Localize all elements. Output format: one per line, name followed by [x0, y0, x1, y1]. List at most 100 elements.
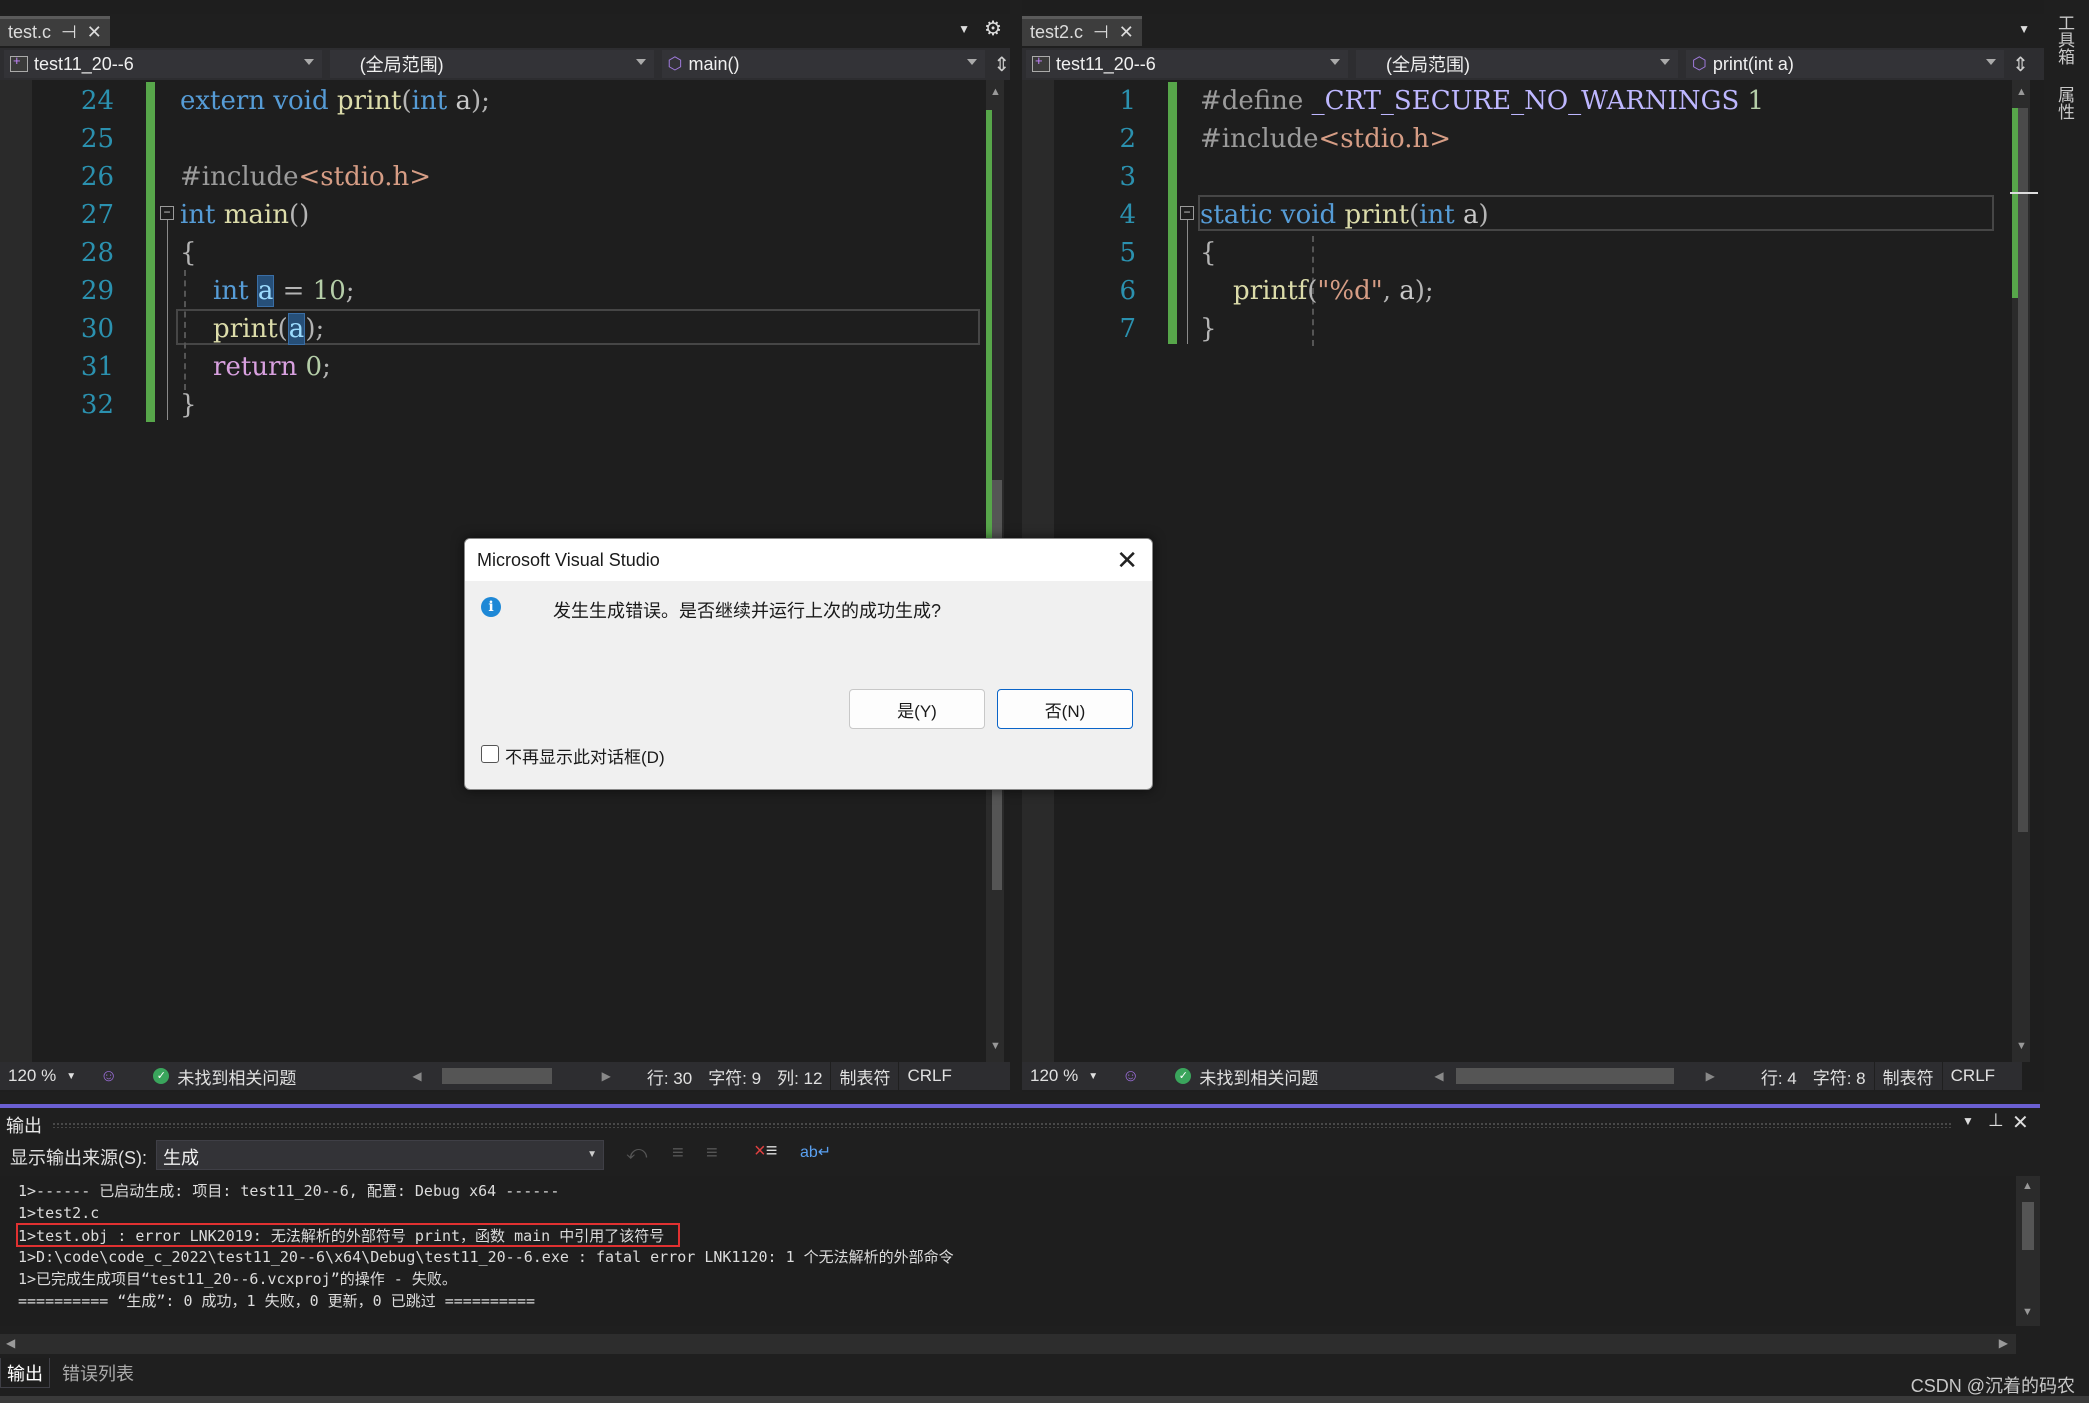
member-dropdown[interactable]: ⬡print(int a)	[1686, 50, 2004, 78]
next-message-icon[interactable]: ≡	[706, 1142, 718, 1165]
side-tab-properties[interactable]: 属性	[2052, 86, 2077, 120]
scroll-up-icon[interactable]: ▲	[2022, 1180, 2033, 1192]
word-wrap-icon[interactable]: ab↵	[800, 1142, 831, 1162]
scroll-right-icon[interactable]: ▶	[1706, 1069, 1715, 1083]
right-vertical-scrollbar[interactable]: ▲ ▼	[2012, 80, 2030, 1062]
scroll-left-icon[interactable]: ◀	[6, 1336, 15, 1350]
line-number: 4	[1056, 196, 1136, 234]
dont-show-again-label[interactable]: 不再显示此对话框(D)	[505, 743, 665, 768]
scope-dropdown[interactable]: (全局范围)	[330, 50, 654, 78]
scroll-left-icon[interactable]: ◀	[1434, 1069, 1443, 1083]
scroll-right-icon[interactable]: ▶	[602, 1069, 611, 1083]
char-number[interactable]: 字符: 8	[1805, 1062, 1874, 1090]
code-line[interactable]: #define _CRT_SECURE_NO_WARNINGS 1	[1200, 82, 1764, 120]
collapse-icon[interactable]: −	[1180, 206, 1194, 220]
tab-dropdown-icon[interactable]: ▼	[958, 22, 970, 36]
copilot-icon[interactable]: ☺	[1114, 1062, 1147, 1090]
tab-output[interactable]: 输出	[0, 1358, 50, 1388]
close-icon[interactable]: ✕	[2012, 1110, 2029, 1135]
zoom-selector[interactable]: 120 %▼	[0, 1062, 92, 1090]
scroll-thumb[interactable]	[442, 1068, 552, 1084]
line-ending[interactable]: CRLF	[1942, 1062, 2003, 1090]
goto-line-icon[interactable]: ⤺	[626, 1142, 647, 1165]
tab-error-list[interactable]: 错误列表	[62, 1360, 134, 1386]
pin-icon[interactable]: ⊣	[61, 22, 77, 43]
output-vertical-scrollbar[interactable]: ▲ ▼	[2016, 1176, 2040, 1326]
tabs-mode[interactable]: 制表符	[1874, 1062, 1942, 1090]
code-line[interactable]: #include<stdio.h>	[1200, 120, 1451, 158]
left-status-bar: 120 %▼ ☺ ✓未找到相关问题 ◀▶ 行: 30 字符: 9 列: 12 制…	[0, 1062, 1010, 1090]
split-icon[interactable]: ⇕	[2012, 52, 2029, 77]
split-icon[interactable]: ⇕	[993, 52, 1010, 77]
code-line[interactable]: #include<stdio.h>	[180, 158, 431, 196]
line-ending[interactable]: CRLF	[898, 1062, 959, 1090]
pin-icon[interactable]: ⊣	[1093, 22, 1109, 43]
line-number[interactable]: 行: 4	[1753, 1062, 1805, 1090]
output-line[interactable]: 1>test2.c	[18, 1202, 99, 1224]
code-token: <stdio.h>	[299, 162, 432, 192]
prev-message-icon[interactable]: ≡	[672, 1142, 684, 1165]
dont-show-again-checkbox[interactable]	[481, 745, 499, 763]
output-line-error-highlighted[interactable]: 1>test.obj : error LNK2019: 无法解析的外部符号 pr…	[16, 1223, 680, 1247]
panel-dropdown-icon[interactable]: ▼	[1962, 1114, 1974, 1128]
scroll-left-icon[interactable]: ◀	[412, 1069, 421, 1083]
pin-icon[interactable]: ⊥	[1988, 1110, 2004, 1131]
scroll-right-icon[interactable]: ▶	[1999, 1336, 2008, 1350]
collapse-icon[interactable]: −	[160, 206, 174, 220]
code-line[interactable]: print(a);	[180, 310, 324, 348]
scroll-thumb[interactable]	[2018, 108, 2028, 832]
side-tab-toolbox[interactable]: 工具箱	[2052, 14, 2077, 65]
horizontal-scrollbar[interactable]: ◀▶	[1426, 1062, 1722, 1090]
output-line[interactable]: 1>------ 已启动生成: 项目: test11_20--6, 配置: De…	[18, 1180, 559, 1202]
scroll-down-icon[interactable]: ▼	[990, 1040, 1001, 1052]
member-dropdown[interactable]: ⬡main()	[662, 50, 986, 78]
tab-test-c[interactable]: test.c ⊣ ✕	[0, 16, 110, 46]
column-number[interactable]: 列: 12	[769, 1062, 830, 1090]
scroll-down-icon[interactable]: ▼	[2016, 1040, 2027, 1052]
code-line[interactable]: }	[180, 386, 197, 424]
output-line[interactable]: 1>已完成生成项目“test11_20--6.vcxproj”的操作 - 失败。	[18, 1268, 457, 1290]
right-code-editor[interactable]: − ▲ ▼ 1#define _CRT_SECURE_NO_WARNINGS 1…	[1022, 80, 2044, 1062]
char-number[interactable]: 字符: 9	[700, 1062, 769, 1090]
code-line[interactable]: return 0;	[180, 348, 331, 386]
output-source-select[interactable]: 生成 ▼	[156, 1140, 604, 1170]
gear-icon[interactable]: ⚙	[984, 16, 1002, 41]
scroll-thumb[interactable]	[1456, 1068, 1674, 1084]
code-line[interactable]: extern void print(int a);	[180, 82, 490, 120]
issues-indicator[interactable]: ✓未找到相关问题	[145, 1062, 304, 1090]
scroll-up-icon[interactable]: ▲	[990, 86, 1001, 98]
clear-all-icon[interactable]: ×≡	[754, 1140, 777, 1163]
title-grip[interactable]	[52, 1122, 1952, 1128]
output-horizontal-scrollbar[interactable]: ◀ ▶	[0, 1334, 2016, 1354]
close-icon[interactable]: ✕	[87, 22, 102, 43]
scroll-thumb[interactable]	[2022, 1202, 2034, 1250]
tab-dropdown-icon[interactable]: ▼	[2018, 22, 2030, 36]
scope-dropdown[interactable]: (全局范围)	[1356, 50, 1678, 78]
scroll-up-icon[interactable]: ▲	[2016, 86, 2027, 98]
zoom-selector[interactable]: 120 %▼	[1022, 1062, 1114, 1090]
issues-indicator[interactable]: ✓未找到相关问题	[1167, 1062, 1326, 1090]
code-line[interactable]: {	[180, 234, 197, 272]
yes-button[interactable]: 是(Y)	[849, 689, 985, 729]
close-icon[interactable]: ✕	[1116, 545, 1138, 575]
copilot-icon[interactable]: ☺	[92, 1062, 125, 1090]
code-line[interactable]: static void print(int a)	[1200, 196, 1489, 234]
close-icon[interactable]: ✕	[1119, 22, 1134, 43]
code-line[interactable]: int main()	[180, 196, 309, 234]
project-dropdown[interactable]: test11_20--6	[1026, 50, 1348, 78]
code-line[interactable]: }	[1200, 310, 1217, 348]
code-line[interactable]: int a = 10;	[180, 272, 355, 310]
line-number[interactable]: 行: 30	[639, 1062, 700, 1090]
output-text-area[interactable]: 1>------ 已启动生成: 项目: test11_20--6, 配置: De…	[0, 1176, 2016, 1326]
tab-test2-c[interactable]: test2.c ⊣ ✕	[1022, 16, 1142, 46]
tabs-mode[interactable]: 制表符	[830, 1062, 898, 1090]
output-line[interactable]: ========== “生成”: 0 成功，1 失败，0 更新，0 已跳过 ==…	[18, 1290, 535, 1312]
project-dropdown[interactable]: test11_20--6	[4, 50, 322, 78]
code-line[interactable]: {	[1200, 234, 1217, 272]
horizontal-scrollbar[interactable]: ◀▶	[404, 1062, 618, 1090]
code-line[interactable]: printf("%d", a);	[1200, 272, 1434, 310]
scroll-down-icon[interactable]: ▼	[2022, 1306, 2033, 1318]
code-token: ;	[322, 352, 331, 382]
no-button[interactable]: 否(N)	[997, 689, 1133, 729]
output-line[interactable]: 1>D:\code\code_c_2022\test11_20--6\x64\D…	[18, 1246, 954, 1268]
